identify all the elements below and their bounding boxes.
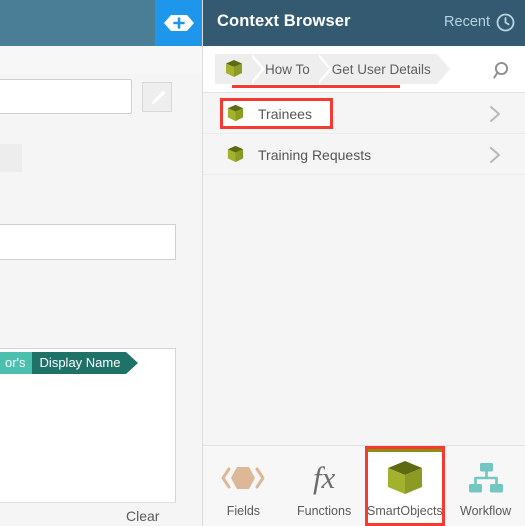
add-button[interactable] <box>155 0 202 46</box>
tab-fields[interactable]: Fields <box>203 446 284 526</box>
tab-workflow[interactable]: Workflow <box>445 446 525 526</box>
tab-smartobjects[interactable]: SmartObjects <box>364 446 446 526</box>
smartobject-cube-icon <box>226 60 242 77</box>
breadcrumb-item-label: How To <box>265 61 310 77</box>
text-input-field[interactable] <box>0 224 176 260</box>
list-item-label: Training Requests <box>258 146 372 163</box>
background-grey-chip <box>0 144 22 172</box>
pencil-icon <box>150 89 167 106</box>
list-item-label: Trainees <box>258 105 312 122</box>
breadcrumb-highlight-underline <box>232 85 400 88</box>
editor-divider <box>0 502 176 503</box>
smartobject-cube-icon <box>227 104 244 122</box>
tab-label: Functions <box>297 503 352 518</box>
breadcrumb-bar: How To Get User Details <box>203 46 525 93</box>
smartobject-list: Trainees Training Requests <box>203 93 525 445</box>
dropdown-field[interactable] <box>0 79 132 114</box>
smartobject-cube-icon <box>384 459 426 497</box>
breadcrumb: How To Get User Details <box>215 54 453 84</box>
tab-functions[interactable]: fx Functions <box>284 446 365 526</box>
tab-label: Fields <box>226 503 261 518</box>
context-browser-header: Context Browser Recent <box>203 0 525 46</box>
chevron-right-icon[interactable] <box>489 105 502 123</box>
add-hexagon-icon <box>163 15 194 31</box>
background-ribbon-strip <box>0 46 202 74</box>
expression-token[interactable]: or's Display Name <box>0 352 139 374</box>
page-title: Context Browser <box>217 12 351 30</box>
screen-root: or's Display Name Clear Context Browser … <box>0 0 525 526</box>
tab-label: Workflow <box>460 503 512 518</box>
list-item[interactable]: Training Requests <box>203 134 525 175</box>
breadcrumb-root[interactable] <box>215 54 265 84</box>
fx-icon: fx <box>312 460 336 495</box>
fields-hexagon-icon <box>221 459 265 497</box>
smartobject-cube-icon <box>227 145 244 163</box>
tab-label: SmartObjects <box>367 503 443 518</box>
clock-icon[interactable] <box>496 13 515 32</box>
list-item-divider <box>203 174 525 175</box>
edit-pencil-button[interactable] <box>142 82 172 112</box>
list-item[interactable]: Trainees <box>203 93 525 134</box>
search-icon[interactable] <box>492 60 514 82</box>
context-browser-tabbar: Fields fx Functions SmartObjects Workflo… <box>203 445 525 526</box>
clear-button[interactable]: Clear <box>126 508 159 524</box>
token-prefix: or's <box>0 352 32 374</box>
token-arrow <box>126 352 139 374</box>
token-label: Display Name <box>31 352 127 374</box>
context-browser-panel: Context Browser Recent How To Get User D… <box>202 0 525 526</box>
breadcrumb-item-label: Get User Details <box>331 61 431 77</box>
workflow-tree-icon <box>466 459 506 497</box>
recent-button[interactable]: Recent <box>444 14 490 30</box>
breadcrumb-item-1[interactable]: Get User Details <box>315 54 453 84</box>
active-tab-indicator <box>364 446 446 452</box>
chevron-right-icon[interactable] <box>489 146 502 164</box>
